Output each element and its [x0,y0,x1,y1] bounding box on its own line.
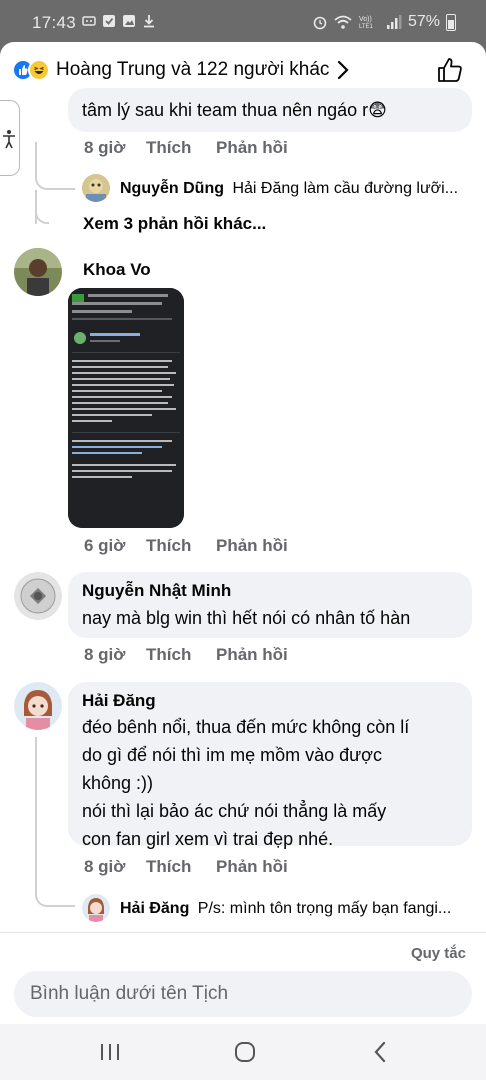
reaction-icons [12,59,54,81]
thread-connector [35,887,75,907]
haha-reaction-icon [28,59,50,81]
battery-icon [446,13,456,31]
image-icon [123,15,135,27]
comment-text: đéo bênh nổi, thua đến mức không còn lí … [82,713,466,853]
comment-actions: 8 giờ Thích Phản hồi [84,645,288,665]
view-more-replies-label: Xem 3 phản hồi khác... [83,214,267,233]
message-icon [82,16,96,26]
comment-actions: 6 giờ Thích Phản hồi [84,536,288,556]
comment-actions: 8 giờ Thích Phản hồi [84,138,288,158]
checkbox-icon [103,15,115,27]
avatar[interactable] [82,174,110,202]
avatar[interactable] [82,894,110,922]
thumbs-up-icon[interactable] [436,56,464,84]
comment-bubble[interactable]: Hải Đăng đéo bênh nổi, thua đến mức khôn… [68,682,472,849]
comment-photo[interactable] [68,288,184,528]
comment-text-line: con fan girl xem vì trai đẹp nhé. [82,829,334,849]
avatar[interactable] [14,248,62,296]
accessibility-button[interactable] [0,100,20,176]
status-time: 17:43 [32,13,77,32]
comment-author[interactable]: Hải Đăng [82,691,156,711]
comment-text: tâm lý sau khi team thua nên ngáo r😨 [82,100,387,120]
reply-button[interactable]: Phản hồi [216,536,288,556]
reply-snippet: Hải Đăng làm cầu đường lưỡi... [232,180,459,197]
thread-connector [35,172,75,190]
signal-icon [386,15,402,29]
comment-author[interactable]: Khoa Vo [83,260,151,280]
comment-composer: Quy tắc Bình luận dưới tên Tịch [0,932,486,1024]
comment-text-line: không :)) [82,773,154,793]
status-bar: 17:43 Vo)) LTE1 57% [0,0,486,42]
reply-author: Hải Đăng [120,900,190,917]
reactions-summary[interactable]: Hoàng Trung và 122 người khác [56,59,329,81]
comment-time[interactable]: 8 giờ [84,645,146,665]
comment-text-line: đéo bênh nổi, thua đến mức không còn lí [82,717,410,737]
comment-text-line: do gì để nói thì im mẹ mồm vào được [82,745,382,765]
comment-time[interactable]: 8 giờ [84,138,146,158]
reply-preview[interactable]: Nguyễn Dũng Hải Đăng làm cầu đường lưỡi.… [120,180,458,198]
comment-actions: 8 giờ Thích Phản hồi [84,857,288,877]
avatar[interactable] [14,682,62,730]
comment-bubble[interactable]: tâm lý sau khi team thua nên ngáo r😨 [68,88,472,132]
wifi-icon [334,15,352,29]
home-icon[interactable] [233,1041,257,1063]
reply-snippet: P/s: mình tôn trọng mấy bạn fangi... [197,900,452,917]
back-icon[interactable] [372,1041,388,1063]
system-nav-bar [0,1024,486,1080]
status-right: Vo)) LTE1 57% [312,13,456,31]
notification-icons [82,14,156,28]
svg-text:Vo)): Vo)) [359,16,372,23]
reply-preview[interactable]: Hải Đăng P/s: mình tôn trọng mấy bạn fan… [120,900,451,918]
comment-time[interactable]: 6 giờ [84,536,146,556]
screenshot-image [68,288,184,528]
like-button[interactable]: Thích [146,536,216,556]
avatar-image [14,682,62,730]
avatar-image [14,572,62,620]
volte-icon: Vo))LTE1 [359,16,374,30]
reply-button[interactable]: Phản hồi [216,857,288,877]
comment-input[interactable]: Bình luận dưới tên Tịch [14,971,472,1017]
avatar-image [82,894,110,922]
reply-button[interactable]: Phản hồi [216,138,288,158]
accessibility-icon [3,130,15,149]
svg-text:LTE1: LTE1 [359,24,374,30]
reply-button[interactable]: Phản hồi [216,645,288,665]
avatar-image [14,248,62,296]
comments-sheet: Hoàng Trung và 122 người khác tâm lý sau… [0,42,486,1024]
like-button[interactable]: Thích [146,645,216,665]
chevron-right-icon[interactable] [336,59,350,81]
comment-text-line: nói thì lại bảo ác chứ nói thẳng là mấy [82,801,387,821]
recents-icon[interactable] [98,1042,122,1062]
reply-author: Nguyễn Dũng [120,180,224,197]
alarm-icon [313,16,327,30]
avatar-image [82,174,110,202]
comment-time[interactable]: 8 giờ [84,857,146,877]
battery-percent: 57% [407,13,440,30]
download-icon [144,15,154,28]
comment-author[interactable]: Nguyễn Nhật Minh [82,581,231,601]
avatar[interactable] [14,572,62,620]
thread-line [35,737,37,887]
like-button[interactable]: Thích [146,857,216,877]
view-more-replies[interactable]: Xem 3 phản hồi khác... [83,214,266,234]
thread-line [35,142,37,172]
rules-link[interactable]: Quy tắc [411,945,466,962]
comment-bubble[interactable]: Nguyễn Nhật Minh nay mà blg win thì hết … [68,572,472,638]
like-button[interactable]: Thích [146,138,216,158]
comment-text: nay mà blg win thì hết nói có nhân tố hà… [82,608,411,628]
